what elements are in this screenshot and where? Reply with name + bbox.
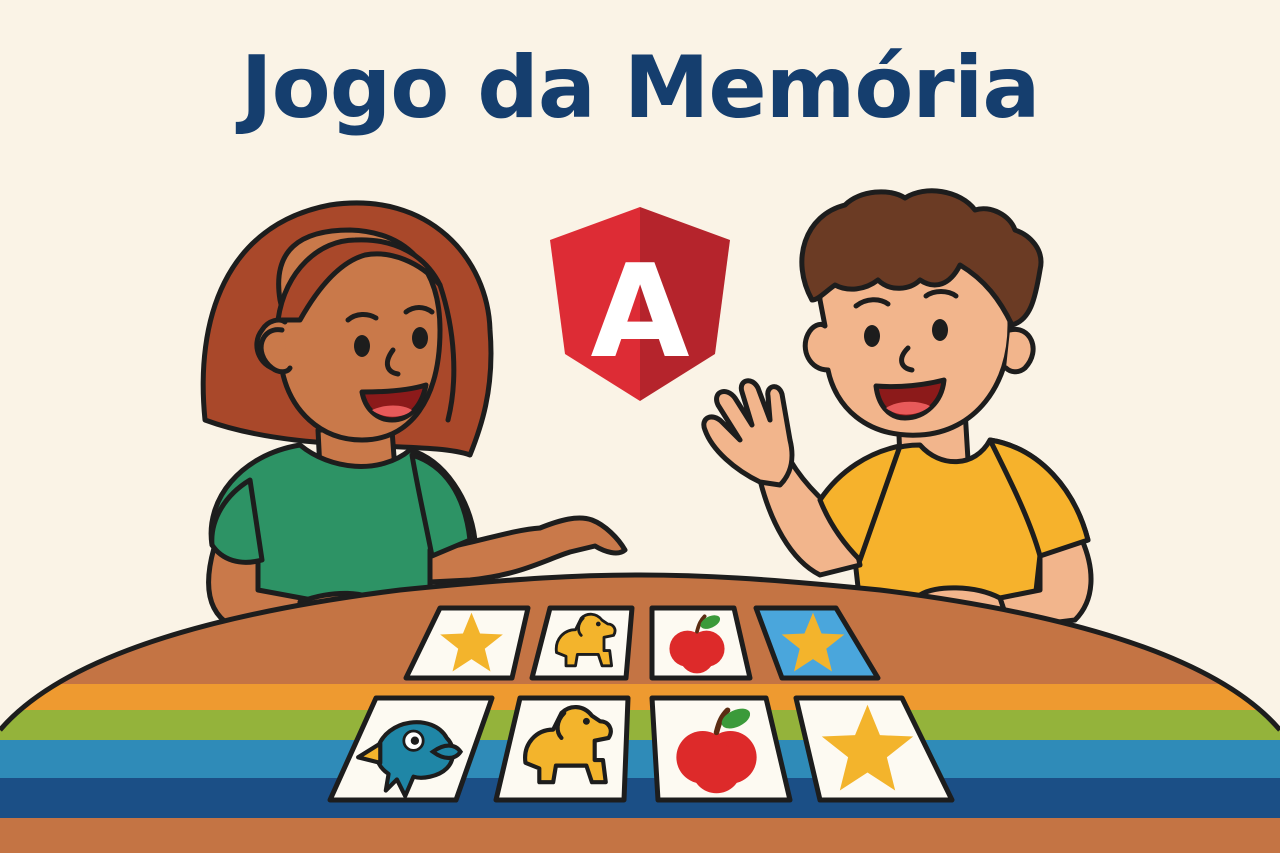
- boy-player: [701, 188, 1094, 639]
- memory-card-apple[interactable]: [649, 605, 753, 681]
- angular-logo: A: [550, 207, 730, 401]
- memory-card-apple[interactable]: [649, 695, 793, 803]
- memory-card-dog[interactable]: [493, 695, 631, 803]
- memory-game-scene: A Jogo da Memória: [0, 0, 1280, 853]
- page-title: Jogo da Memória: [240, 38, 1041, 138]
- memory-card-dog[interactable]: [529, 605, 635, 681]
- angular-logo-letter: A: [590, 238, 689, 387]
